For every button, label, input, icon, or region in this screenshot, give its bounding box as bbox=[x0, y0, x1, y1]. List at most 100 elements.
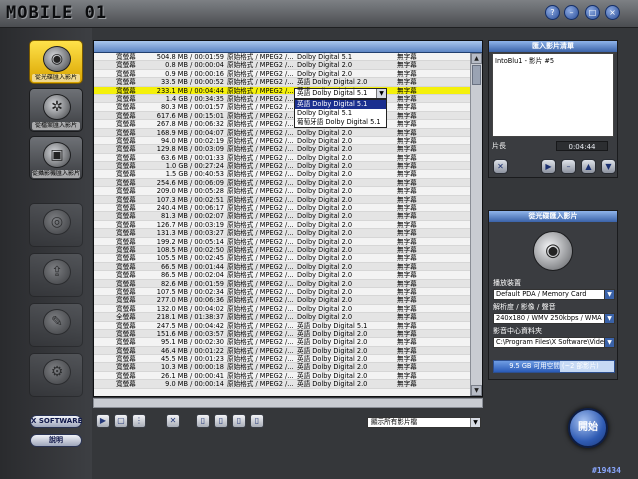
table-row[interactable]: 寬螢幕 617.6 MB / 00:15:01 原始格式 / MPEG2 /... 無… bbox=[94, 111, 471, 121]
table-row[interactable]: 寬螢幕 33.5 MB / 00:00:52 原始格式 / MPEG2 /... 英語… bbox=[94, 78, 471, 87]
table-row[interactable]: 寬螢幕 504.8 MB / 00:01:59 原始格式 / MPEG2 /... D… bbox=[94, 53, 471, 62]
table-row[interactable]: 寬螢幕 151.6 MB / 00:03:57 原始格式 / MPEG2 /... 英… bbox=[94, 329, 471, 339]
table-row[interactable]: 寬螢幕 9.0 MB / 00:00:14 原始格式 / MPEG2 /... 英語 … bbox=[94, 380, 471, 389]
table-row[interactable]: 寬螢幕 82.6 MB / 00:01:59 原始格式 / MPEG2 /... Do… bbox=[94, 279, 471, 288]
table-cell: 原始格式 / MPEG2 /... bbox=[227, 128, 294, 137]
audio-track-option[interactable]: 葡萄牙語 Dolby Digital 5.1 bbox=[295, 118, 386, 127]
table-row[interactable]: 寬螢幕 247.5 MB / 00:04:42 原始格式 / MPEG2 /... 英… bbox=[94, 322, 471, 330]
remove-button[interactable]: ✕ bbox=[166, 414, 180, 428]
help-button[interactable]: 說明 bbox=[30, 434, 82, 447]
chevron-down-icon[interactable]: ▼ bbox=[604, 314, 614, 323]
table-cell: 英語 Dolby Digital 2.0 bbox=[297, 329, 368, 338]
view-button-4[interactable]: ▯ bbox=[250, 414, 264, 428]
chevron-down-icon[interactable]: ▼ bbox=[604, 290, 614, 299]
close-icon[interactable]: × bbox=[605, 5, 620, 20]
file-filter-select[interactable]: 顯示所有影片檔 ▼ bbox=[367, 417, 481, 428]
horizontal-scrollbar[interactable] bbox=[93, 398, 483, 408]
table-cell: 504.8 MB / 00:01:59 bbox=[156, 53, 224, 61]
preview-button[interactable]: ▶ bbox=[541, 159, 556, 174]
table-row[interactable]: 寬螢幕 81.3 MB / 00:02:07 原始格式 / MPEG2 /... Do… bbox=[94, 212, 471, 221]
chevron-down-icon[interactable]: ▼ bbox=[470, 418, 480, 427]
table-row[interactable]: 寬螢幕 63.6 MB / 00:01:33 原始格式 / MPEG2 /... Do… bbox=[94, 154, 471, 163]
help-icon[interactable]: ? bbox=[545, 5, 560, 20]
table-row[interactable]: 寬螢幕 254.6 MB / 00:06:09 原始格式 / MPEG2 /... D… bbox=[94, 178, 471, 188]
table-cell: 無字幕 bbox=[397, 254, 417, 263]
table-row[interactable]: 寬螢幕 129.8 MB / 00:03:09 原始格式 / MPEG2 /... D… bbox=[94, 145, 471, 154]
table-row[interactable]: 寬螢幕 26.1 MB / 00:00:41 原始格式 / MPEG2 /... 英語… bbox=[94, 372, 471, 381]
table-row[interactable]: 寬螢幕 107.3 MB / 00:02:51 原始格式 / MPEG2 /... D… bbox=[94, 195, 471, 205]
table-row[interactable]: 寬螢幕 45.5 MB / 00:01:23 原始格式 / MPEG2 /... 英語… bbox=[94, 355, 471, 364]
table-cell: 原始格式 / MPEG2 /... bbox=[227, 178, 294, 187]
chevron-down-icon[interactable]: ▼ bbox=[604, 338, 614, 347]
table-cell: 英語 Dolby Digital 2.0 bbox=[297, 355, 368, 364]
move-up-button[interactable]: ▲ bbox=[581, 159, 596, 174]
audio-track-value: 英語 Dolby Digital 5.1 bbox=[297, 89, 368, 97]
table-row[interactable]: 寬螢幕 168.9 MB / 00:04:07 原始格式 / MPEG2 /... D… bbox=[94, 128, 471, 137]
tool-dvd[interactable]: ◎ bbox=[29, 203, 83, 247]
scroll-up-icon[interactable]: ▲ bbox=[471, 53, 482, 64]
table-cell: 寬螢幕 bbox=[116, 145, 136, 154]
table-cell: 寬螢幕 bbox=[116, 111, 136, 120]
device-panel-title: 從光碟匯入影片 bbox=[489, 211, 617, 222]
minus-button[interactable]: – bbox=[561, 159, 576, 174]
list-item[interactable]: IntoBlu1 - 影片 #5 bbox=[495, 55, 611, 65]
audio-track-option[interactable]: Dolby Digital 5.1 bbox=[295, 109, 386, 118]
import-list[interactable]: IntoBlu1 - 影片 #5 bbox=[492, 53, 614, 137]
xsoftware-button[interactable]: X SOFTWARE bbox=[30, 415, 82, 428]
table-row[interactable]: 寬螢幕 199.2 MB / 00:05:14 原始格式 / MPEG2 /... D… bbox=[94, 238, 471, 246]
table-row[interactable]: 寬螢幕 80.3 MB / 00:01:57 原始格式 / MPEG2 /... 無字… bbox=[94, 103, 471, 112]
tool-import-camcorder[interactable]: ▣ 從攝影機匯入影片 bbox=[29, 136, 83, 180]
table-row[interactable]: 寬螢幕 126.7 MB / 00:03:19 原始格式 / MPEG2 /... D… bbox=[94, 221, 471, 230]
table-row[interactable]: 寬螢幕 240.4 MB / 00:06:17 原始格式 / MPEG2 /... D… bbox=[94, 204, 471, 213]
table-row[interactable]: 寬螢幕 233.1 MB / 00:04:44原始格式 / MPEG2 /...英… bbox=[94, 86, 471, 95]
table-row[interactable]: 寬螢幕 105.5 MB / 00:02:45 原始格式 / MPEG2 /... D… bbox=[94, 254, 471, 263]
table-row[interactable]: 寬螢幕 94.0 MB / 00:02:19 原始格式 / MPEG2 /... Do… bbox=[94, 137, 471, 146]
chevron-down-icon[interactable]: ▼ bbox=[376, 89, 386, 98]
stop-button[interactable]: ▢ bbox=[114, 414, 128, 428]
minimize-icon[interactable]: – bbox=[564, 5, 579, 20]
scroll-down-icon[interactable]: ▼ bbox=[471, 385, 482, 396]
table-row[interactable]: 全螢幕 218.1 MB / 01:38:37 原始格式 / MPEG2 /... D… bbox=[94, 313, 471, 322]
folder-select[interactable]: C:\Program Files\X Software\Video ▼ bbox=[493, 337, 615, 348]
table-row[interactable]: 寬螢幕 10.3 MB / 00:00:18 原始格式 / MPEG2 /... 英語… bbox=[94, 363, 471, 372]
table-cell: Dolby Digital 2.0 bbox=[297, 187, 353, 196]
resolution-select[interactable]: 240x180 / WMV 250kbps / WMA ▼ bbox=[493, 313, 615, 324]
properties-button[interactable]: ⋮ bbox=[132, 414, 146, 428]
audio-track-option[interactable]: 英語 Dolby Digital 5.1 bbox=[295, 100, 386, 109]
tool-import-file[interactable]: ✲ 從檔案匯入影片 bbox=[29, 88, 83, 132]
play-button[interactable]: ▶ bbox=[96, 414, 110, 428]
table-row[interactable]: 寬螢幕 0.9 MB / 00:00:16 原始格式 / MPEG2 /... Dol… bbox=[94, 70, 471, 79]
audio-track-select[interactable]: 英語 Dolby Digital 5.1 ▼ bbox=[294, 88, 387, 99]
table-row[interactable]: 寬螢幕 132.0 MB / 00:04:02 原始格式 / MPEG2 /... D… bbox=[94, 305, 471, 314]
table-row[interactable]: 寬螢幕 1.5 GB / 00:40:53 原始格式 / MPEG2 /... Dol… bbox=[94, 170, 471, 179]
vertical-scrollbar[interactable]: ▲ ▼ bbox=[470, 53, 482, 396]
table-row[interactable]: 寬螢幕 277.0 MB / 00:06:36 原始格式 / MPEG2 /... D… bbox=[94, 296, 471, 305]
delete-item-button[interactable]: ✕ bbox=[493, 159, 508, 174]
table-row[interactable]: 寬螢幕267.8 MB / 00:06:32原始格式 / MPEG2 /...D… bbox=[94, 120, 471, 129]
table-row[interactable]: 寬螢幕 1.4 GB / 00:34:35 原始格式 / MPEG2 /... 無字幕 bbox=[94, 94, 471, 104]
table-row[interactable]: 寬螢幕 1.0 GB / 00:27:24 原始格式 / MPEG2 /... Dol… bbox=[94, 162, 471, 171]
tool-edit[interactable]: ✎ bbox=[29, 303, 83, 347]
tool-import-disc[interactable]: ◉ 從光碟匯入影片 bbox=[29, 40, 83, 84]
scroll-thumb[interactable] bbox=[472, 65, 481, 85]
table-row[interactable]: 寬螢幕 86.5 MB / 00:02:04 原始格式 / MPEG2 /... Do… bbox=[94, 271, 471, 280]
table-row[interactable]: 寬螢幕 95.1 MB / 00:02:30 原始格式 / MPEG2 /... 英語… bbox=[94, 338, 471, 347]
maximize-icon[interactable]: □ bbox=[585, 5, 600, 20]
table-row[interactable]: 寬螢幕 108.5 MB / 00:02:50 原始格式 / MPEG2 /... D… bbox=[94, 245, 471, 255]
table-row[interactable]: 寬螢幕 107.5 MB / 00:02:34 原始格式 / MPEG2 /... D… bbox=[94, 288, 471, 297]
tool-export[interactable]: ⇪ bbox=[29, 253, 83, 297]
start-button[interactable]: 開始 bbox=[568, 408, 608, 448]
table-row[interactable]: 寬螢幕 46.4 MB / 00:01:22 原始格式 / MPEG2 /... 英語… bbox=[94, 346, 471, 356]
table-row[interactable]: 寬螢幕 0.8 MB / 00:00:04 原始格式 / MPEG2 /... Dol… bbox=[94, 61, 471, 70]
view-button-2[interactable]: ▯ bbox=[214, 414, 228, 428]
view-button-3[interactable]: ▯ bbox=[232, 414, 246, 428]
table-row[interactable]: 寬螢幕 66.5 MB / 00:01:44 原始格式 / MPEG2 /... Do… bbox=[94, 262, 471, 272]
table-cell: 105.5 MB / 00:02:45 bbox=[156, 254, 224, 263]
move-down-button[interactable]: ▼ bbox=[601, 159, 616, 174]
table-cell: 無字幕 bbox=[397, 178, 417, 187]
table-row[interactable]: 寬螢幕 131.3 MB / 00:03:27 原始格式 / MPEG2 /... D… bbox=[94, 229, 471, 238]
tool-settings[interactable]: ⚙ bbox=[29, 353, 83, 397]
table-row[interactable]: 寬螢幕 209.0 MB / 00:05:28 原始格式 / MPEG2 /... D… bbox=[94, 187, 471, 196]
view-button-1[interactable]: ▯ bbox=[196, 414, 210, 428]
device-select[interactable]: Default PDA / Memory Card ▼ bbox=[493, 289, 615, 300]
